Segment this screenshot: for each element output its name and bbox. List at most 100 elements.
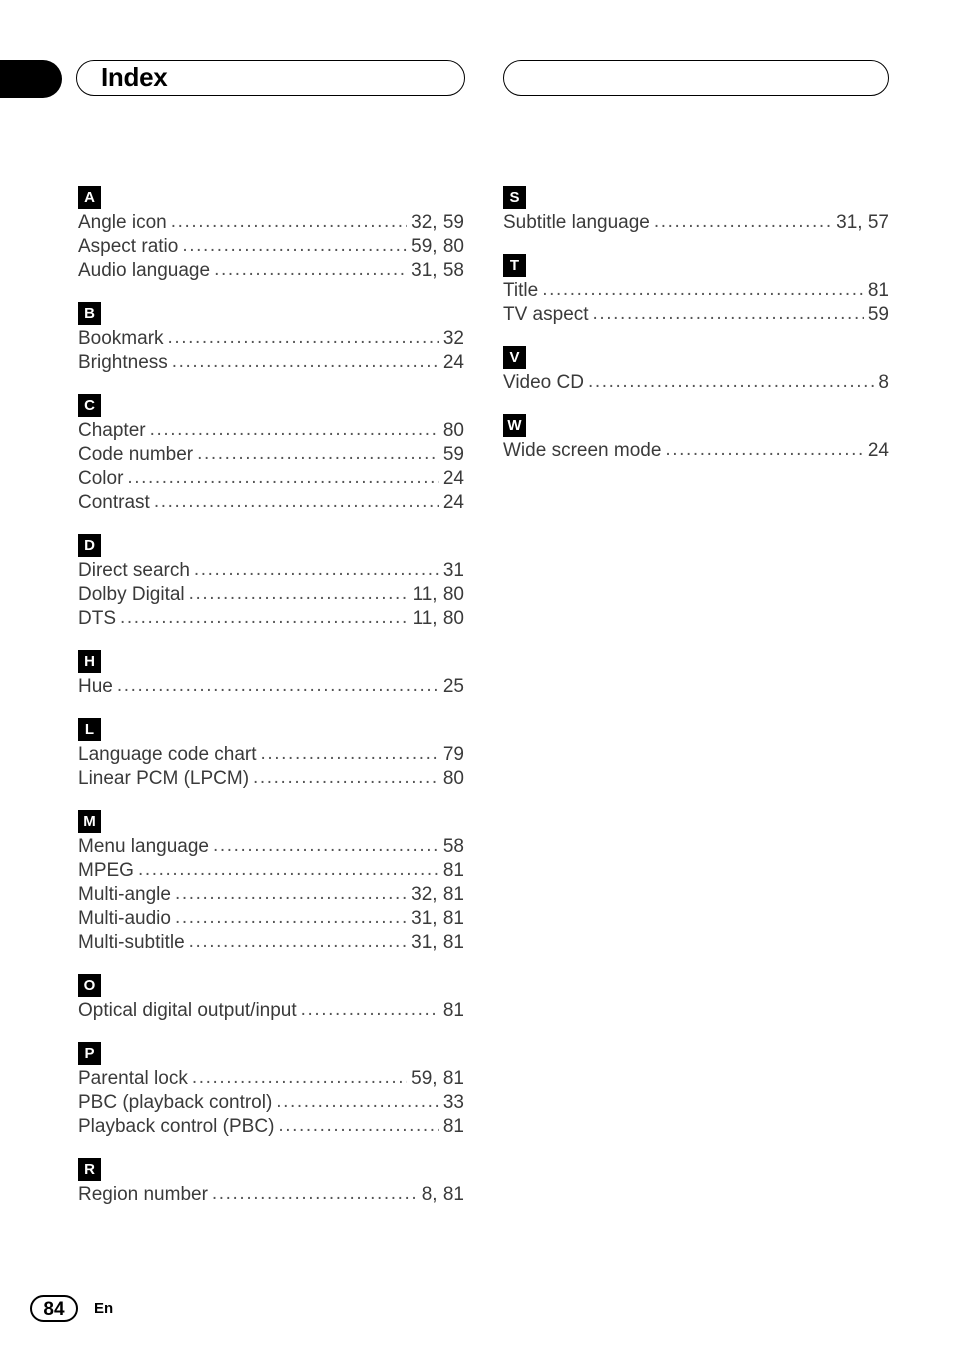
page-language-label: En <box>94 1300 114 1317</box>
index-entry-dot-leader: ........................................… <box>153 491 439 512</box>
index-entry[interactable]: Code number.............................… <box>78 443 464 467</box>
index-entry-label: Hue <box>78 676 113 697</box>
index-entry-label: Video CD <box>503 372 584 393</box>
index-entry-label: Aspect ratio <box>78 236 179 257</box>
section-letter-badge: R <box>78 1158 101 1181</box>
index-entry-page-numbers: 11, 80 <box>412 584 464 605</box>
index-entry-label: Subtitle language <box>503 212 650 233</box>
index-entry-page-numbers: 59 <box>442 444 464 465</box>
index-entry-label: Title <box>503 280 539 301</box>
index-entry[interactable]: Subtitle language.......................… <box>503 211 889 235</box>
index-entry-dot-leader: ........................................… <box>214 259 407 280</box>
index-entry-dot-leader: ........................................… <box>120 607 409 628</box>
index-section-p: P Parental lock..........................… <box>78 1042 464 1139</box>
index-entry-dot-leader: ........................................… <box>174 883 407 904</box>
index-entry-dot-leader: ........................................… <box>182 235 408 256</box>
index-entry-page-numbers: 59 <box>867 304 889 325</box>
index-entry[interactable]: Angle icon..............................… <box>78 211 464 235</box>
index-entry[interactable]: Playback control (PBC)..................… <box>78 1115 464 1139</box>
index-entry[interactable]: Aspect ratio............................… <box>78 235 464 259</box>
index-section-o: O Optical digital output/input...........… <box>78 974 464 1023</box>
index-entry-label: Angle icon <box>78 212 167 233</box>
index-entry[interactable]: Chapter.................................… <box>78 419 464 443</box>
index-entry-page-numbers: 81 <box>442 1000 464 1021</box>
index-entry-dot-leader: ........................................… <box>278 1115 438 1136</box>
index-section-b: B Bookmark...............................… <box>78 302 464 375</box>
index-entry[interactable]: Multi-audio.............................… <box>78 907 464 931</box>
index-entry[interactable]: Contrast................................… <box>78 491 464 515</box>
index-entry-page-numbers: 24 <box>442 492 464 513</box>
index-entry-dot-leader: ........................................… <box>167 327 439 348</box>
index-entry[interactable]: PBC (playback control)..................… <box>78 1091 464 1115</box>
index-entry[interactable]: Brightness..............................… <box>78 351 464 375</box>
index-entry[interactable]: Title...................................… <box>503 279 889 303</box>
section-letter-badge: C <box>78 394 101 417</box>
header-secondary-box <box>503 60 889 96</box>
index-entry[interactable]: Color...................................… <box>78 467 464 491</box>
index-section-t: T Title..................................… <box>503 254 889 327</box>
index-entry-dot-leader: ........................................… <box>116 675 439 696</box>
index-entry[interactable]: MPEG....................................… <box>78 859 464 883</box>
index-entry-page-numbers: 81 <box>867 280 889 301</box>
index-entry-dot-leader: ........................................… <box>542 279 864 300</box>
index-entry-label: Multi-angle <box>78 884 171 905</box>
index-entry-label: Region number <box>78 1184 208 1205</box>
index-entry[interactable]: TV aspect...............................… <box>503 303 889 327</box>
index-entry-label: Contrast <box>78 492 150 513</box>
index-section-m: M Menu language..........................… <box>78 810 464 955</box>
index-entry[interactable]: Bookmark................................… <box>78 327 464 351</box>
index-entry-dot-leader: ........................................… <box>188 583 409 604</box>
index-entry-page-numbers: 33 <box>442 1092 464 1113</box>
index-entry[interactable]: DTS.....................................… <box>78 607 464 631</box>
section-letter-badge: O <box>78 974 101 997</box>
index-entry-dot-leader: ........................................… <box>188 931 408 952</box>
index-entry-label: Menu language <box>78 836 209 857</box>
index-entry-page-numbers: 25 <box>442 676 464 697</box>
index-entry-label: Multi-audio <box>78 908 171 929</box>
page-footer: 84 En <box>30 1295 113 1322</box>
index-entry-dot-leader: ........................................… <box>665 439 863 460</box>
index-entry[interactable]: Optical digital output/input............… <box>78 999 464 1023</box>
index-entry-dot-leader: ........................................… <box>174 907 407 928</box>
index-entry-page-numbers: 81 <box>442 860 464 881</box>
index-entry-page-numbers: 31, 58 <box>411 260 464 281</box>
index-entry-page-numbers: 11, 80 <box>412 608 464 629</box>
index-entry[interactable]: Dolby Digital...........................… <box>78 583 464 607</box>
index-entry-dot-leader: ........................................… <box>149 419 439 440</box>
index-section-r: R Region number..........................… <box>78 1158 464 1207</box>
index-entry[interactable]: Multi-subtitle..........................… <box>78 931 464 955</box>
index-entry-label: Linear PCM (LPCM) <box>78 768 250 789</box>
section-letter-badge: H <box>78 650 101 673</box>
index-entry[interactable]: Hue.....................................… <box>78 675 464 699</box>
index-entry[interactable]: Linear PCM (LPCM).......................… <box>78 767 464 791</box>
section-tab-marker-icon <box>0 60 62 98</box>
index-entry-label: MPEG <box>78 860 134 881</box>
section-letter-badge: M <box>78 810 101 833</box>
index-entry-label: Bookmark <box>78 328 164 349</box>
index-entry-dot-leader: ........................................… <box>211 1183 418 1204</box>
index-entry[interactable]: Language code chart.....................… <box>78 743 464 767</box>
index-entry-dot-leader: ........................................… <box>276 1091 439 1112</box>
index-entry[interactable]: Direct search...........................… <box>78 559 464 583</box>
section-letter-badge: L <box>78 718 101 741</box>
index-entry-dot-leader: ........................................… <box>253 767 439 788</box>
index-entry-dot-leader: ........................................… <box>653 211 833 232</box>
index-entry[interactable]: Multi-angle.............................… <box>78 883 464 907</box>
index-entry-dot-leader: ........................................… <box>260 743 439 764</box>
index-entry-label: Chapter <box>78 420 146 441</box>
index-entry-page-numbers: 24 <box>867 440 889 461</box>
index-entry[interactable]: Wide screen mode........................… <box>503 439 889 463</box>
header-title-box: Index <box>76 60 465 96</box>
index-section-h: H Hue....................................… <box>78 650 464 699</box>
index-entry[interactable]: Audio language..........................… <box>78 259 464 283</box>
index-entry-page-numbers: 81 <box>442 1116 464 1137</box>
index-column-right: S Subtitle language......................… <box>503 186 889 482</box>
index-entry[interactable]: Menu language...........................… <box>78 835 464 859</box>
index-entry[interactable]: Video CD................................… <box>503 371 889 395</box>
index-entry-page-numbers: 79 <box>442 744 464 765</box>
index-entry-label: Code number <box>78 444 194 465</box>
index-entry-label: Direct search <box>78 560 190 581</box>
index-entry-label: DTS <box>78 608 116 629</box>
index-entry[interactable]: Region number...........................… <box>78 1183 464 1207</box>
index-entry[interactable]: Parental lock...........................… <box>78 1067 464 1091</box>
